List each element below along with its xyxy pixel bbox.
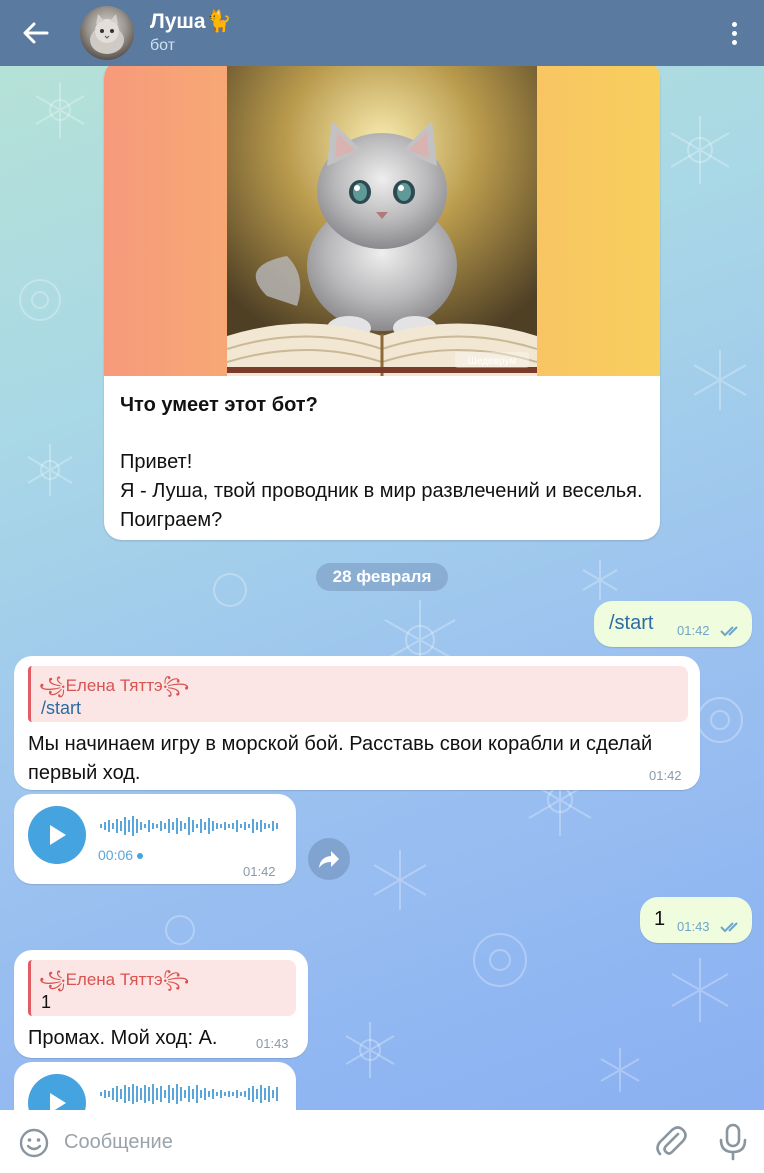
reply-quote[interactable]: ꧁Елена Тяттэ꧂ /start xyxy=(28,666,688,722)
intro-image: Шедеврум xyxy=(104,60,660,376)
more-vert-icon[interactable] xyxy=(724,13,744,53)
microphone-icon[interactable] xyxy=(718,1123,748,1161)
share-button[interactable] xyxy=(308,838,350,880)
incoming-message[interactable]: ꧁Елена Тяттэ꧂ /start Мы начинаем игру в … xyxy=(14,656,700,790)
paperclip-icon[interactable] xyxy=(654,1124,688,1160)
reply-author: ꧁Елена Тяттэ꧂ xyxy=(39,966,189,1001)
reply-author-name: Елена Тяттэ xyxy=(65,676,163,695)
chat-subtitle: бот xyxy=(150,37,176,54)
message-composer xyxy=(0,1110,764,1173)
ornament-icon: ꧂ xyxy=(162,970,190,989)
back-button[interactable] xyxy=(0,0,72,66)
reply-quote[interactable]: ꧁Елена Тяттэ꧂ 1 xyxy=(28,960,296,1016)
reply-text: /start xyxy=(41,698,82,718)
voice-waveform[interactable] xyxy=(100,1082,282,1106)
image-watermark: Шедеврум xyxy=(468,356,517,367)
reply-author-name: Елена Тяттэ xyxy=(65,970,163,989)
message-text: Промах. Мой ход: А. xyxy=(28,1027,218,1049)
play-button[interactable] xyxy=(28,806,86,864)
avatar[interactable] xyxy=(80,6,134,60)
back-arrow-icon xyxy=(23,22,49,44)
date-separator: 28 февраля xyxy=(316,563,448,591)
outgoing-message[interactable]: 1 01:43 xyxy=(640,897,752,943)
voice-message[interactable]: 00:06 01:42 xyxy=(14,794,296,884)
double-check-icon xyxy=(720,626,738,637)
voice-duration: 00:06 xyxy=(98,847,144,863)
voice-duration-text: 00:06 xyxy=(98,847,134,863)
intro-title: Что умеет этот бот? xyxy=(120,394,318,416)
outgoing-message[interactable]: /start 01:42 xyxy=(594,601,752,647)
kitten-photo: Шедеврум xyxy=(227,66,537,376)
command-link[interactable]: /start xyxy=(609,612,653,635)
incoming-message[interactable]: ꧁Елена Тяттэ꧂ 1 Промах. Мой ход: А. 01:4… xyxy=(14,950,308,1058)
play-icon xyxy=(50,825,66,845)
ornament-icon: ꧁ xyxy=(39,676,66,695)
message-time: 01:43 xyxy=(256,1036,289,1051)
message-time: 01:42 xyxy=(243,864,276,879)
intro-body: Привет! Я - Луша, твой проводник в мир р… xyxy=(120,451,643,531)
ornament-icon: ꧁ xyxy=(39,970,66,989)
message-time: 01:42 xyxy=(649,768,682,783)
message-input[interactable] xyxy=(64,1124,624,1160)
voice-waveform[interactable] xyxy=(100,814,282,838)
ornament-icon: ꧂ xyxy=(162,676,190,695)
message-time: 01:42 xyxy=(677,623,710,638)
message-time: 01:43 xyxy=(677,919,710,934)
message-text: Мы начинаем игру в морской бой. Расставь… xyxy=(28,733,653,784)
emoji-icon[interactable] xyxy=(18,1127,50,1159)
message-text: 1 xyxy=(654,908,666,930)
reply-text: 1 xyxy=(41,992,52,1012)
bot-intro-card: Шедеврум Что умеет этот бот? Привет! Я -… xyxy=(104,60,660,540)
chat-header: Луша🐈 бот xyxy=(0,0,764,66)
chat-title-block[interactable]: Луша🐈 бот xyxy=(150,9,232,57)
double-check-icon xyxy=(720,922,738,933)
share-icon xyxy=(319,851,339,868)
unplayed-dot xyxy=(137,853,144,860)
chat-title: Луша🐈 xyxy=(150,10,232,33)
